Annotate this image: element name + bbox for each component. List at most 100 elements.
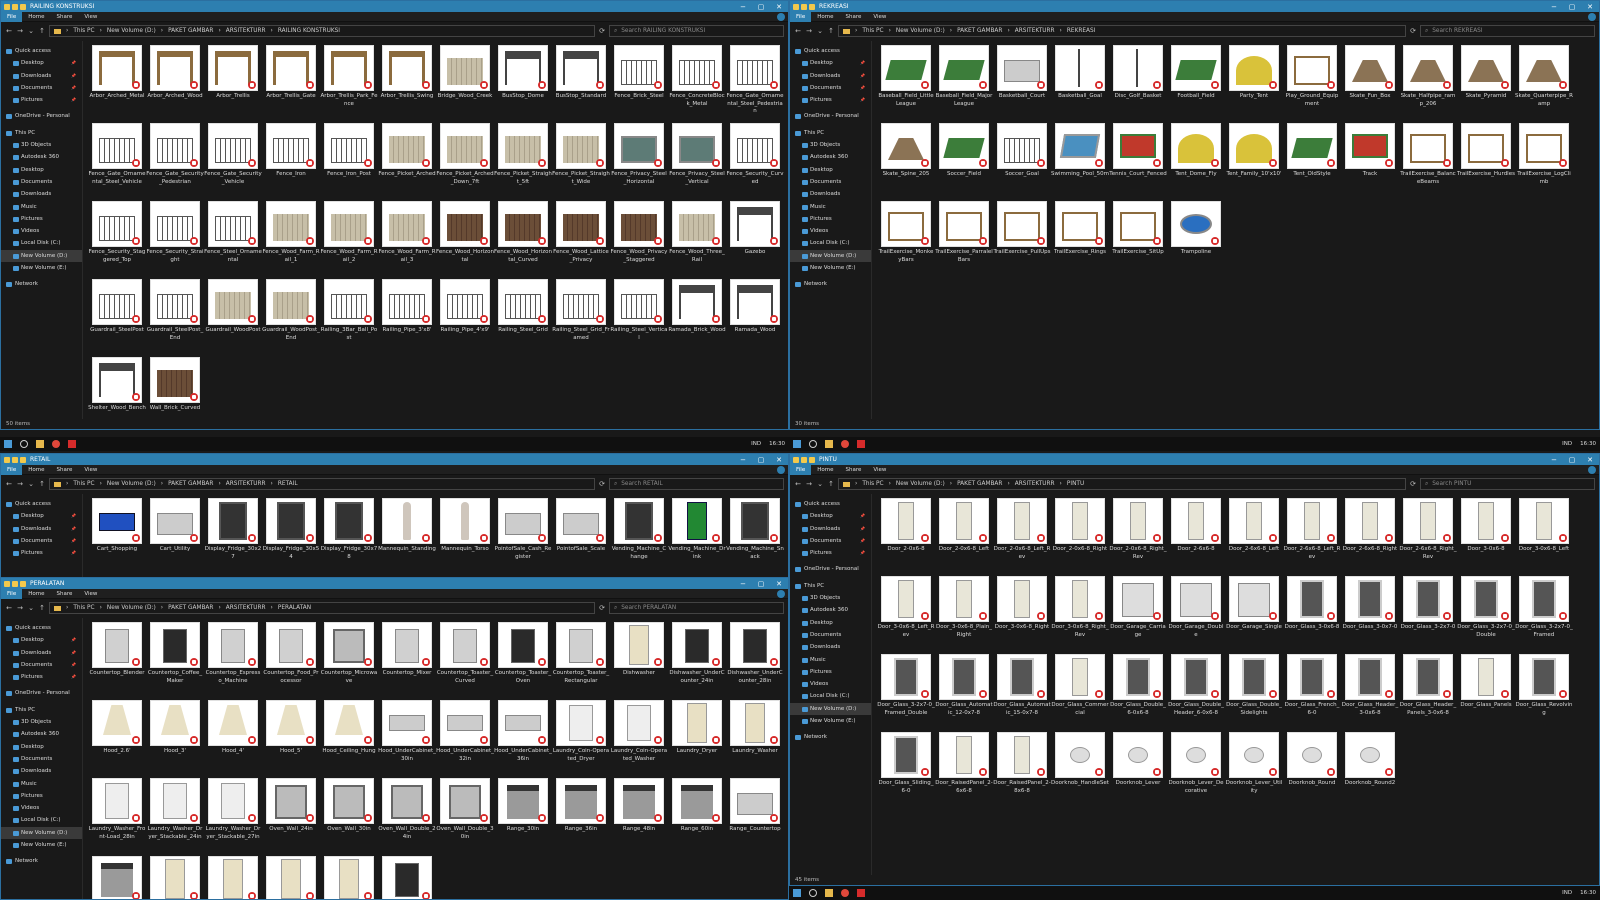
chrome-icon[interactable]	[837, 437, 853, 451]
file-item[interactable]: Tent_OldStyle	[1283, 123, 1341, 201]
nav-item[interactable]: Desktop 📌	[790, 510, 871, 522]
file-item[interactable]: Hood_UnderCabinet_36in	[494, 700, 552, 778]
file-item[interactable]: Bridge_Wood_Creek	[436, 45, 494, 123]
file-item[interactable]	[320, 856, 378, 899]
file-item[interactable]: Fence_Wood_Horizontal_Curved	[494, 201, 552, 279]
nav-item[interactable]: Quick access	[790, 45, 871, 57]
breadcrumb-0[interactable]: This PC	[73, 28, 94, 34]
folder-icon[interactable]	[20, 3, 26, 10]
file-item[interactable]: TrailExercise_MonkeyBars	[877, 201, 935, 279]
file-item[interactable]: Display_Fridge_30x54	[262, 498, 320, 576]
file-item[interactable]: Door_Glass_Double_6-0x6-8	[1109, 654, 1167, 732]
breadcrumb-2[interactable]: PAKET GAMBAR	[957, 481, 1002, 487]
breadcrumb-4[interactable]: REKREASI	[1067, 28, 1096, 34]
nav-item[interactable]: Autodesk 360	[790, 604, 871, 616]
nav-item[interactable]: Local Disk (C:)	[790, 690, 871, 702]
file-item[interactable]: Door_Garage_Double	[1167, 576, 1225, 654]
folder-icon[interactable]	[20, 580, 26, 587]
chrome-icon[interactable]	[837, 886, 853, 900]
file-item[interactable]: PointofSale_Cash_Register	[494, 498, 552, 576]
close-button[interactable]: ✕	[770, 3, 788, 11]
tab-view[interactable]: View	[78, 589, 103, 599]
tab-home[interactable]: Home	[22, 12, 50, 22]
file-item[interactable]: Laundry_Washer	[726, 700, 784, 778]
file-item[interactable]: Fence_Gate_Security_Vehicle	[204, 123, 262, 201]
minimize-button[interactable]: −	[1545, 456, 1563, 464]
close-button[interactable]: ✕	[1581, 3, 1599, 11]
back-arrow-icon[interactable]: ←	[794, 27, 802, 35]
tab-file[interactable]: File	[1, 588, 23, 599]
nav-item[interactable]: Documents 📌	[790, 82, 871, 94]
nav-item[interactable]: New Volume (D:)	[1, 249, 82, 263]
forward-arrow-icon[interactable]: →	[16, 27, 24, 35]
folder-icon[interactable]	[4, 580, 10, 587]
file-item[interactable]: Fence_Security_Straight	[146, 201, 204, 279]
file-item[interactable]: Door_3-0x6-8_Right_Rev	[1051, 576, 1109, 654]
nav-item[interactable]: Autodesk 360	[790, 151, 871, 163]
nav-item[interactable]: New Volume (E:)	[790, 262, 871, 274]
breadcrumb-4[interactable]: PINTU	[1067, 481, 1084, 487]
file-item[interactable]: Hood_UnderCabinet_30in	[378, 700, 436, 778]
tab-home[interactable]: Home	[811, 465, 839, 475]
nav-item[interactable]: Music	[790, 201, 871, 213]
search-icon[interactable]	[805, 437, 821, 451]
folder-icon[interactable]	[12, 456, 18, 463]
search-icon[interactable]	[805, 886, 821, 900]
file-item[interactable]: Countertop_Food_Processor	[262, 622, 320, 700]
file-item[interactable]: Cart_Shopping	[88, 498, 146, 576]
file-item[interactable]: Arbor_Trellis_Gate	[262, 45, 320, 123]
start-icon[interactable]	[0, 437, 16, 451]
file-item[interactable]: Door_Glass_Header_Panels_3-0x6-8	[1399, 654, 1457, 732]
minimize-button[interactable]: −	[734, 456, 752, 464]
file-item[interactable]: Tent_Dome_Fly	[1167, 123, 1225, 201]
file-item[interactable]: Railing_3Bar_Ball_Post	[320, 279, 378, 357]
forward-arrow-icon[interactable]: →	[16, 604, 24, 612]
file-item[interactable]: Skate_Quarterpipe_Ramp	[1515, 45, 1573, 123]
nav-item[interactable]: This PC	[1, 127, 82, 139]
file-item[interactable]: Guardrail_WoodPost	[204, 279, 262, 357]
file-item[interactable]: Fence_Picket_Arched_Down_7ft	[436, 123, 494, 201]
file-item[interactable]: Fence_Picket_Straight_5ft	[494, 123, 552, 201]
file-item[interactable]: Countertop_Blender	[88, 622, 146, 700]
file-item[interactable]: Door_3-0x6-8_Plain_Right	[935, 576, 993, 654]
file-item[interactable]: Fence_Picket_Straight_Wide	[552, 123, 610, 201]
nav-item[interactable]: Downloads 📌	[1, 647, 82, 659]
start-icon[interactable]	[789, 437, 805, 451]
nav-item[interactable]: Network	[1, 855, 82, 867]
breadcrumb-1[interactable]: New Volume (D:)	[896, 28, 945, 34]
file-item[interactable]: Gazebo	[726, 201, 784, 279]
refresh-icon[interactable]: ⟳	[1409, 27, 1417, 35]
file-item[interactable]: Play_Ground_Equipment	[1283, 45, 1341, 123]
breadcrumb-0[interactable]: This PC	[73, 481, 94, 487]
file-item[interactable]: Fence_ConcreteBlock_Metal	[668, 45, 726, 123]
file-item[interactable]: Door_Glass_Header_3-0x6-8	[1341, 654, 1399, 732]
file-item[interactable]: Fence_Wood_Farm_Rail_3	[378, 201, 436, 279]
nav-item[interactable]: Quick access	[1, 498, 82, 510]
explorer-window-railing[interactable]: RAILING KONSTRUKSI − ▢ ✕ File Home Share View ← →…	[0, 0, 789, 430]
chrome-icon[interactable]	[48, 437, 64, 451]
nav-item[interactable]: Pictures 📌	[790, 94, 871, 106]
file-item[interactable]: Door_Glass_Automatic_12-0x7-8	[935, 654, 993, 732]
tab-file[interactable]: File	[790, 11, 812, 22]
file-item[interactable]: Door_Glass_Automatic_15-0x7-8	[993, 654, 1051, 732]
file-item[interactable]: Fence_Iron	[262, 123, 320, 201]
file-item[interactable]: Doorknob_Lever	[1109, 732, 1167, 810]
sketchup-icon[interactable]	[64, 437, 80, 451]
file-item[interactable]: Vending_Machine_Snack	[726, 498, 784, 576]
file-explorer-icon[interactable]	[32, 437, 48, 451]
nav-item[interactable]: Pictures	[790, 213, 871, 225]
file-item[interactable]: Door_2-6x6-8_Left	[1225, 498, 1283, 576]
tab-view[interactable]: View	[867, 12, 892, 22]
nav-item[interactable]: Documents	[790, 176, 871, 188]
search-box[interactable]: ⌕ Search RETAIL	[609, 478, 784, 490]
nav-item[interactable]: Documents 📌	[790, 535, 871, 547]
file-item[interactable]: Fence_Wood_Privacy_Staggered	[610, 201, 668, 279]
folder-icon[interactable]	[793, 456, 799, 463]
file-item[interactable]: Door_Glass_3-0x6-8	[1283, 576, 1341, 654]
file-item[interactable]: Vending_Machine_Drink	[668, 498, 726, 576]
search-icon[interactable]	[16, 437, 32, 451]
nav-item[interactable]: Desktop	[790, 164, 871, 176]
clock[interactable]: 16:30	[1576, 890, 1600, 896]
maximize-button[interactable]: ▢	[752, 456, 770, 464]
help-icon[interactable]	[777, 12, 785, 21]
